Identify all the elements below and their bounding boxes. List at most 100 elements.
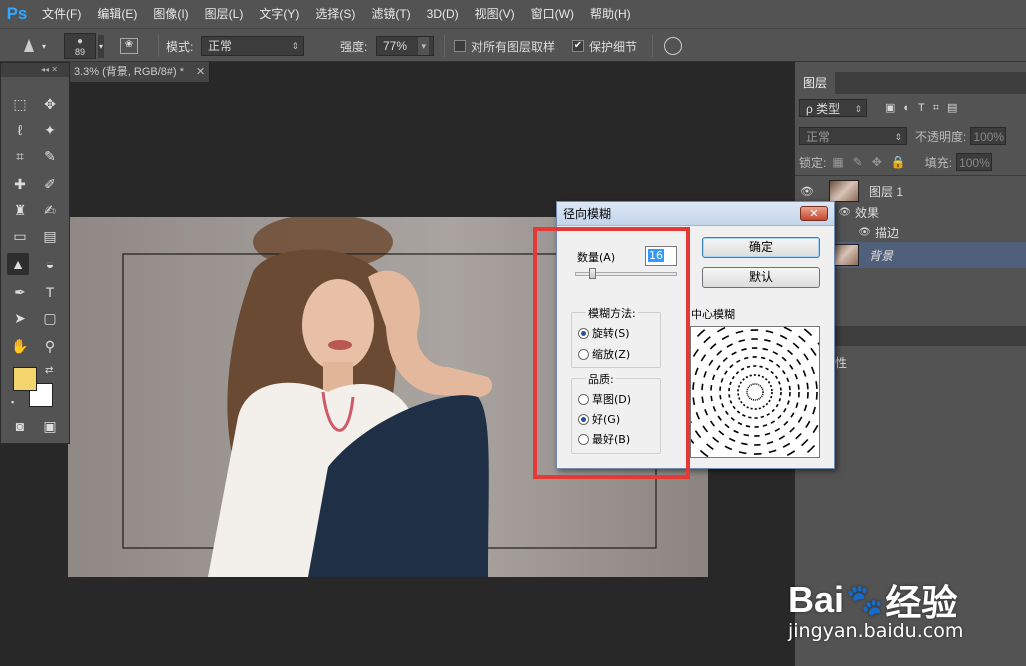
fill-input[interactable]: 100% [956,153,993,171]
close-button[interactable]: ✕ [800,206,828,221]
document-tab[interactable]: 3.3% (背景, RGB/8#) * [70,62,210,82]
preview-arc [724,370,728,375]
blend-mode-select[interactable]: 正常 ⇕ [799,127,907,145]
preview-arc [758,407,762,410]
preview-arc [711,374,716,381]
sample-all-layers-checkbox[interactable]: 对所有图层取样 [454,29,555,63]
preview-arc [806,444,816,454]
brush-panel-icon[interactable]: ❀ [120,29,138,63]
history-brush-icon[interactable]: ✍ [39,199,61,221]
screen-mode-icon[interactable]: ▣ [39,415,61,437]
preview-arc [703,336,711,344]
preview-arc [792,342,800,349]
close-tab-icon[interactable]: ✕ [196,65,205,78]
preview-arc [796,358,802,366]
smudge-tool-icon[interactable]: ▲ [7,253,29,275]
preview-arc [692,397,696,406]
menu-item[interactable]: 文件(F) [34,0,89,28]
default-colors-icon[interactable]: ▪ [11,397,14,407]
mode-select[interactable]: 正常 ⇕ [201,36,304,56]
path-select-icon[interactable]: ➤ [9,307,31,329]
preview-arc [737,421,743,426]
toolbox-collapse-icon[interactable]: ◂◂ ✕ [1,63,69,77]
preview-arc [786,450,796,457]
preview-arc [762,405,765,408]
shape-tool-icon[interactable]: ▢ [39,307,61,329]
marquee-tool-icon[interactable]: ⬚ [9,93,31,115]
preview-arc [701,383,704,391]
eye-icon[interactable]: 👁 [795,185,819,198]
lock-icons[interactable]: ▦✎✥🔒 [832,155,914,169]
hand-tool-icon[interactable]: ✋ [9,335,31,357]
preview-arc [783,420,789,426]
filter-icons[interactable]: ▣◐T⌗▤ [885,101,965,115]
preview-arc [778,435,786,440]
menu-item[interactable]: 3D(D) [419,0,467,28]
lasso-tool-icon[interactable]: ℓ [9,119,31,141]
blur-center-preview[interactable] [687,326,825,458]
type-tool-icon[interactable]: T [39,281,61,303]
foreground-color-swatch[interactable] [13,367,37,391]
preview-arc [797,384,800,390]
preview-arc [740,400,743,404]
quick-mask-icon[interactable]: ◙ [9,415,31,437]
pen-tool-icon[interactable]: ✒ [9,281,31,303]
watermark-brand2: 经验 [885,582,958,623]
preview-arc [789,426,795,433]
preview-arc [802,370,807,377]
healing-brush-icon[interactable]: ✚ [9,173,31,195]
menu-item[interactable]: 帮助(H) [582,0,639,28]
clone-stamp-icon[interactable]: ♜ [9,199,31,221]
opacity-input[interactable]: 100% [970,127,1007,145]
crop-tool-icon[interactable]: ⌗ [9,145,31,167]
preview-arc [709,420,716,427]
menu-item[interactable]: 视图(V) [467,0,523,28]
preview-arc [716,326,726,333]
preview-arc [728,437,736,442]
brush-size: 89 [74,46,85,57]
preview-arc [731,375,735,380]
eraser-tool-icon[interactable]: ▭ [9,225,31,247]
preview-arc [774,375,778,380]
preview-arc [788,385,791,391]
preview-arc [795,432,802,440]
gradient-tool-icon[interactable]: ▤ [39,225,61,247]
pressure-icon[interactable] [664,29,682,63]
preview-arc [748,385,751,388]
tab-layers[interactable]: 图层 [795,72,836,94]
menu-item[interactable]: 滤镜(T) [363,0,418,28]
preview-arc [712,436,720,443]
eyedropper-icon[interactable]: ✎ [39,145,61,167]
preview-arc [774,427,781,432]
preview-arc [767,380,771,384]
move-tool-icon[interactable]: ✥ [39,93,61,115]
preview-arc [749,374,752,377]
menu-item[interactable]: 编辑(E) [89,0,145,28]
preview-arc [786,400,790,405]
menu-item[interactable]: 图像(I) [145,0,196,28]
preview-arc [687,435,695,444]
default-button[interactable]: 默认 [702,267,820,288]
preview-arc [738,451,747,455]
smudge-tool-icon[interactable]: ▾ [22,29,46,63]
ok-button[interactable]: 确定 [702,237,820,258]
layer-filter-select[interactable]: ρ 类型 ⇕ [799,99,867,117]
brush-tool-icon[interactable]: ✐ [39,173,61,195]
brush-preset-picker[interactable]: ● 89 ▾ [64,29,105,63]
menu-item[interactable]: 文字(Y) [251,0,307,28]
preview-arc [709,343,717,350]
zoom-tool-icon[interactable]: ⚲ [39,335,61,357]
preview-arc [815,391,818,400]
dodge-tool-icon[interactable]: ◒ [39,253,61,275]
preview-arc [730,417,735,421]
dialog-title-bar[interactable]: 径向模糊 [557,202,834,226]
menu-item[interactable]: 选择(S) [307,0,363,28]
menu-item[interactable]: 图层(L) [197,0,252,28]
protect-detail-checkbox[interactable]: ✔ 保护细节 [572,29,637,63]
strength-input[interactable]: 77% ▾ [376,36,434,56]
menu-item[interactable]: 窗口(W) [523,0,582,28]
preview-arc [702,425,709,433]
swap-colors-icon[interactable]: ⇄ [45,365,53,376]
magic-wand-icon[interactable]: ✦ [39,119,61,141]
preview-arc [724,423,730,429]
